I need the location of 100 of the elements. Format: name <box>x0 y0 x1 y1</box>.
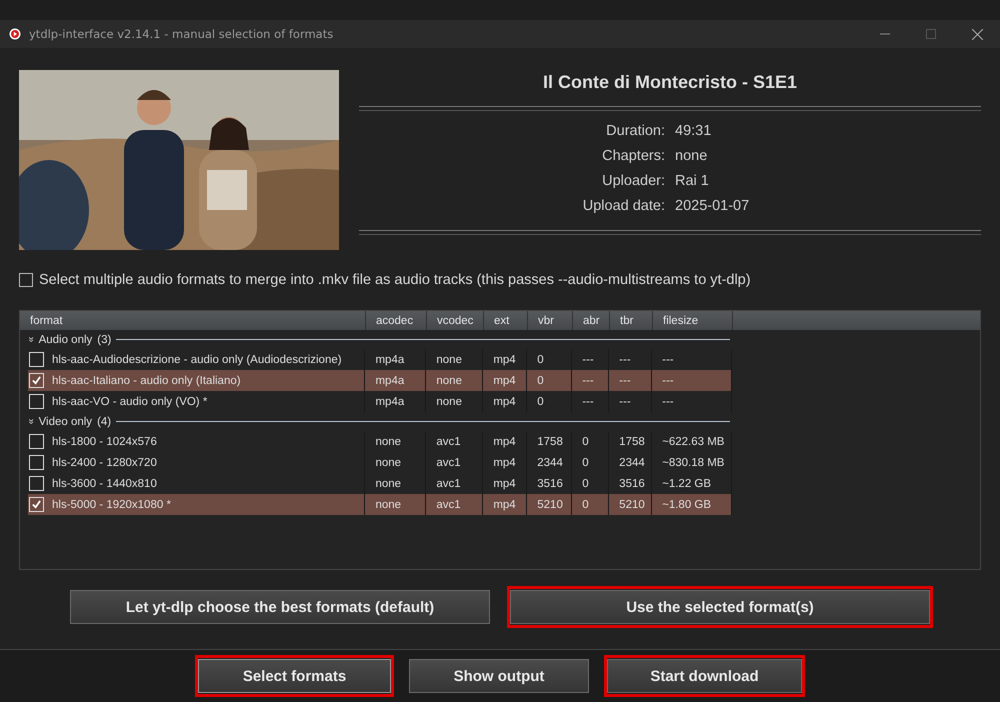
window-title: ytdlp-interface v2.14.1 - manual selection of formats <box>29 27 334 41</box>
table-cell: hls-1800 - 1024x576 <box>52 436 157 448</box>
table-cell: --- <box>662 396 674 408</box>
table-cell: --- <box>582 396 594 408</box>
row-checkbox[interactable] <box>29 497 44 512</box>
checkbox[interactable] <box>19 273 33 287</box>
table-cell: 3516 <box>619 478 645 490</box>
table-cell: 0 <box>537 396 544 408</box>
table-cell: mp4 <box>493 396 516 408</box>
group-count: (4) <box>97 416 112 428</box>
table-cell: hls-aac-Audiodescrizione - audio only (Audiodescrizione) <box>52 354 342 366</box>
info-label: Duration: <box>605 123 665 139</box>
table-cell: avc1 <box>436 478 461 490</box>
table-cell: 0 <box>582 498 589 510</box>
table-cell: none <box>436 396 462 408</box>
table-cell: none <box>436 374 462 386</box>
table-cell: --- <box>662 374 674 386</box>
table-cell: hls-aac-VO - audio only (VO) * <box>52 396 208 408</box>
table-cell: 0 <box>582 456 589 468</box>
info-value: 49:31 <box>675 123 712 139</box>
row-checkbox[interactable] <box>29 373 44 388</box>
info-value: none <box>675 148 708 164</box>
column-header[interactable]: format <box>20 311 366 330</box>
checkbox-label[interactable]: Select multiple audio formats to merge into .mkv file as audio tracks (this passes --audio-multistreams to yt-dlp) <box>39 272 751 288</box>
table-cell: mp4 <box>493 456 516 468</box>
row-checkbox[interactable] <box>29 455 44 470</box>
play-logo-icon <box>9 28 21 40</box>
table-cell: hls-aac-Italiano - audio only (Italiano) <box>52 374 241 386</box>
table-cell: --- <box>619 396 631 408</box>
group-label: Audio only <box>38 334 92 346</box>
close-icon[interactable] <box>972 28 982 40</box>
format-row[interactable]: hls-5000 - 1920x1080 * none avc1 mp4 5210 0 5210 ~1.80 GB <box>28 494 732 515</box>
table-cell: avc1 <box>436 436 461 448</box>
table-cell: 2344 <box>619 456 645 468</box>
table-cell: hls-2400 - 1280x720 <box>52 456 157 468</box>
table-cell: 3516 <box>537 478 563 490</box>
table-cell: mp4 <box>493 436 516 448</box>
row-checkbox[interactable] <box>29 434 44 449</box>
table-cell: mp4 <box>493 478 516 490</box>
table-cell: mp4 <box>493 498 516 510</box>
table-cell: avc1 <box>436 498 461 510</box>
table-cell: mp4a <box>375 374 404 386</box>
table-cell: 1758 <box>619 436 645 448</box>
table-cell: ~622.63 MB <box>662 436 724 448</box>
table-cell: hls-5000 - 1920x1080 * <box>52 498 171 510</box>
video-title: Il Conte di Montecristo - S1E1 <box>542 72 798 94</box>
table-cell: none <box>375 478 402 490</box>
choice-button[interactable]: Use the selected format(s) <box>510 590 930 624</box>
column-header[interactable]: acodec <box>366 311 427 330</box>
group-label: Video only <box>38 416 92 428</box>
table-cell: 5210 <box>619 498 645 510</box>
row-checkbox[interactable] <box>29 476 44 491</box>
format-row[interactable]: hls-2400 - 1280x720 none avc1 mp4 2344 0 2344 ~830.18 MB <box>28 452 732 473</box>
table-cell: mp4a <box>375 396 404 408</box>
table-cell: --- <box>619 374 631 386</box>
table-cell: 5210 <box>537 498 563 510</box>
action-button[interactable]: Select formats <box>198 659 391 693</box>
table-cell: 0 <box>582 478 589 490</box>
table-cell: avc1 <box>436 456 461 468</box>
row-checkbox[interactable] <box>29 352 44 367</box>
action-button[interactable]: Show output <box>409 659 589 693</box>
info-value: Rai 1 <box>675 173 710 189</box>
format-row[interactable]: hls-1800 - 1024x576 none avc1 mp4 1758 0 1758 ~622.63 MB <box>28 431 732 452</box>
table-cell: mp4a <box>375 354 404 366</box>
table-cell: none <box>375 436 402 448</box>
table-cell: --- <box>662 354 674 366</box>
group-count: (3) <box>97 334 112 346</box>
table-cell: none <box>436 354 462 366</box>
group-expander[interactable]: » <box>25 336 36 342</box>
checkmark-icon <box>32 500 41 509</box>
column-header[interactable]: ext <box>484 311 528 330</box>
column-header[interactable]: filesize <box>653 311 733 330</box>
column-header[interactable]: vcodec <box>427 311 484 330</box>
format-row[interactable]: hls-aac-VO - audio only (VO) * mp4a none mp4 0 --- --- --- <box>28 391 732 412</box>
table-cell: --- <box>619 354 631 366</box>
table-cell: 2344 <box>537 456 563 468</box>
choice-button[interactable]: Let yt-dlp choose the best formats (default) <box>70 590 490 624</box>
table-cell: ~1.22 GB <box>662 478 712 490</box>
table-cell: 0 <box>537 374 544 386</box>
info-label: Uploader: <box>601 173 665 189</box>
table-cell: none <box>375 498 402 510</box>
column-header[interactable]: vbr <box>528 311 573 330</box>
table-cell: ~830.18 MB <box>662 456 724 468</box>
row-checkbox[interactable] <box>29 394 44 409</box>
table-cell: 1758 <box>537 436 563 448</box>
table-cell: mp4 <box>493 354 516 366</box>
table-cell: 0 <box>537 354 544 366</box>
table-cell: mp4 <box>493 374 516 386</box>
table-cell: none <box>375 456 402 468</box>
table-cell: --- <box>582 354 594 366</box>
info-label: Chapters: <box>601 148 665 164</box>
group-expander[interactable]: » <box>25 418 36 424</box>
info-value: 2025-01-07 <box>675 198 750 214</box>
column-header[interactable]: abr <box>573 311 610 330</box>
table-cell: hls-3600 - 1440x810 <box>52 478 157 490</box>
action-button[interactable]: Start download <box>607 659 802 693</box>
format-row[interactable]: hls-aac-Italiano - audio only (Italiano) mp4a none mp4 0 --- --- --- <box>28 370 732 391</box>
column-header[interactable]: tbr <box>610 311 653 330</box>
table-cell: --- <box>582 374 594 386</box>
info-label: Upload date: <box>582 198 665 214</box>
